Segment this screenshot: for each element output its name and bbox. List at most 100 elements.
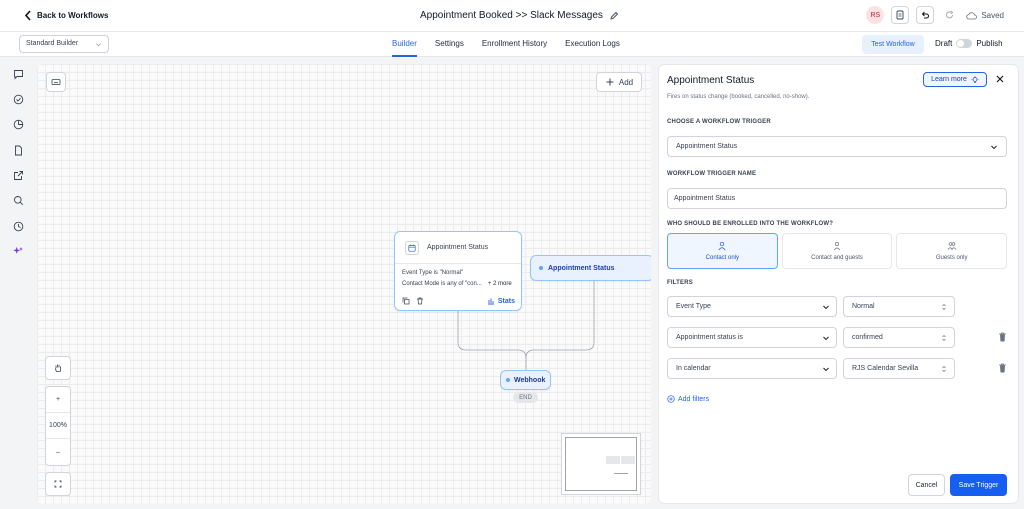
filter-value-select[interactable]: confirmed [843, 327, 955, 348]
filter-value: Normal [852, 303, 875, 310]
enroll-option-contact-only[interactable]: Contact only [667, 233, 778, 269]
publish-toggle-group: Draft Publish [935, 39, 1003, 48]
sort-arrows-icon [942, 304, 946, 310]
tab-settings[interactable]: Settings [435, 32, 464, 57]
filter-field-select[interactable]: In calendar [667, 358, 837, 379]
back-to-workflows-link[interactable]: Back to Workflows [24, 10, 108, 21]
check-circle-icon[interactable] [13, 94, 24, 105]
filter-value: RJS Calendar Sevilla [852, 365, 919, 372]
enroll-option-guests-only[interactable]: Guests only [896, 233, 1008, 269]
connector-lines [457, 281, 595, 370]
filter-value-select[interactable]: Normal [843, 296, 955, 317]
users-icon [947, 242, 956, 251]
zoom-out-button[interactable]: – [46, 439, 70, 465]
close-icon [996, 75, 1004, 83]
minimap-node [606, 456, 620, 464]
filter-field-select[interactable]: Event Type [667, 296, 837, 317]
node-condition-2: Contact Mode is any of "con... [402, 281, 482, 287]
save-trigger-button[interactable]: Save Trigger [950, 474, 1007, 496]
webhook-node[interactable]: Webhook [500, 370, 551, 390]
zoom-in-button[interactable]: + [46, 387, 70, 413]
enroll-options: Contact only Contact and guests Guests o… [667, 233, 1008, 269]
sort-arrows-icon [942, 335, 946, 341]
search-icon[interactable] [13, 195, 24, 206]
tab-execution-logs[interactable]: Execution Logs [565, 32, 620, 57]
trigger-type-select[interactable]: Appointment Status [667, 136, 1007, 157]
pie-chart-icon[interactable] [13, 119, 24, 130]
workflow-canvas[interactable]: Add Appointment Status Event Type is "No… [37, 64, 651, 504]
filter-field-select[interactable]: Appointment status is [667, 327, 837, 348]
tab-builder[interactable]: Builder [392, 32, 417, 57]
external-link-icon[interactable] [13, 170, 24, 181]
filter-field-value: In calendar [676, 365, 711, 372]
zoom-controls: + 100% – [45, 386, 71, 466]
chevron-down-icon [96, 43, 101, 47]
chevron-down-icon [991, 145, 997, 150]
chevron-down-icon [823, 305, 829, 310]
file-icon[interactable] [13, 145, 24, 156]
close-panel-button[interactable] [995, 74, 1005, 84]
publish-toggle[interactable] [956, 39, 973, 48]
notes-button[interactable] [891, 6, 910, 24]
avatar[interactable]: RS [866, 6, 885, 24]
trigger-settings-panel: Appointment Status Learn more Fires on s… [658, 64, 1019, 504]
builder-select[interactable]: Standard Builder [19, 35, 109, 53]
undo-icon [922, 11, 930, 19]
undo-button[interactable] [916, 6, 935, 24]
copy-icon[interactable] [402, 297, 410, 305]
cancel-button[interactable]: Cancel [908, 474, 945, 496]
cloud-icon [966, 11, 978, 19]
top-bar: Back to Workflows Appointment Booked >> … [0, 0, 1024, 32]
add-filters-label: Add filters [678, 395, 710, 403]
redo-icon [946, 10, 954, 19]
filter-field-value: Appointment status is [676, 334, 743, 341]
enroll-option-label: Contact and guests [811, 255, 863, 261]
minimap[interactable] [561, 433, 641, 495]
workflow-title-text: Appointment Booked >> Slack Messages [420, 10, 603, 21]
stats-button[interactable]: Stats [487, 297, 515, 305]
choose-trigger-label: CHOOSE A WORKFLOW TRIGGER [667, 119, 771, 125]
pan-hand-button[interactable] [45, 356, 71, 380]
trigger-node-secondary[interactable]: Appointment Status [530, 255, 651, 281]
test-workflow-button[interactable]: Test Workflow [862, 35, 924, 54]
history-icon[interactable] [13, 221, 24, 232]
trigger-name-input[interactable]: Appointment Status [667, 188, 1007, 209]
back-label: Back to Workflows [37, 11, 109, 20]
trigger-type-value: Appointment Status [676, 143, 738, 150]
ai-sparkle-icon[interactable] [13, 246, 24, 257]
enroll-option-label: Contact only [705, 255, 740, 261]
workflow-title[interactable]: Appointment Booked >> Slack Messages [420, 10, 619, 21]
delete-filter-button[interactable] [998, 363, 1007, 373]
trigger-name-label: WORKFLOW TRIGGER NAME [667, 171, 757, 177]
end-badge: END [513, 392, 538, 403]
node-status-dot [539, 266, 543, 270]
fit-view-button[interactable] [45, 472, 71, 496]
filter-value-select[interactable]: RJS Calendar Sevilla [843, 358, 955, 379]
node-more-conditions[interactable]: + 2 more [488, 281, 512, 287]
stats-label: Stats [497, 297, 515, 305]
left-sidebar [0, 57, 36, 509]
trigger-node-appointment-status[interactable]: Appointment Status Event Type is "Normal… [394, 231, 522, 311]
filter-field-value: Event Type [676, 303, 711, 310]
minimap-node [614, 473, 628, 474]
node-header: Appointment Status [395, 232, 521, 264]
trash-icon[interactable] [416, 297, 424, 305]
redo-button[interactable] [941, 6, 960, 24]
chevron-left-icon [24, 10, 31, 21]
document-icon [896, 10, 904, 20]
node-status-dot [506, 378, 510, 382]
delete-filter-button[interactable] [998, 332, 1007, 342]
add-filters-link[interactable]: Add filters [667, 395, 709, 403]
node-condition-1: Event Type is "Normal" [402, 270, 464, 276]
tab-enrollment-history[interactable]: Enrollment History [482, 32, 547, 57]
builder-select-value: Standard Builder [26, 40, 79, 47]
learn-more-button[interactable]: Learn more [923, 72, 987, 87]
webhook-label: Webhook [514, 376, 546, 384]
enroll-option-contact-and-guests[interactable]: Contact and guests [781, 233, 893, 269]
minimap-viewport[interactable] [565, 437, 637, 491]
sub-bar: Standard Builder Builder Settings Enroll… [0, 32, 1024, 57]
pencil-icon[interactable] [609, 11, 619, 21]
tab-bar: Builder Settings Enrollment History Exec… [392, 32, 620, 57]
node-footer: Stats [402, 297, 515, 305]
comment-icon[interactable] [13, 69, 24, 80]
